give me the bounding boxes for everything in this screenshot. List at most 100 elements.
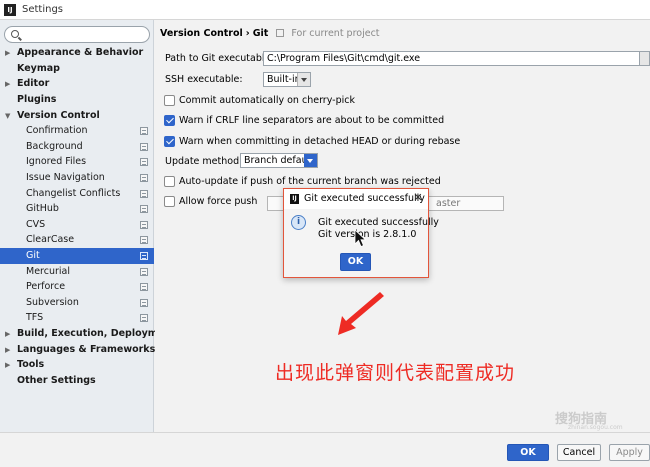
sidebar-item-clearcase[interactable]: ClearCase [0, 232, 154, 248]
sidebar-item-label: Subversion [26, 297, 79, 308]
project-scope-icon [140, 127, 148, 135]
project-scope-icon [140, 314, 148, 322]
project-scope-icon [140, 299, 148, 307]
sidebar-item-appearance-behavior[interactable]: ▶ Appearance & Behavior [0, 45, 154, 61]
sidebar-item-label: Keymap [17, 63, 60, 74]
breadcrumb: Version Control › Git For current projec… [160, 28, 380, 39]
sidebar-item-perforce[interactable]: Perforce [0, 279, 154, 295]
ssh-executable-value: Built-in [267, 74, 301, 85]
sidebar-item-label: Tools [17, 359, 45, 370]
sidebar-item-plugins[interactable]: Plugins [0, 92, 154, 108]
sidebar-item-label: ClearCase [26, 234, 75, 245]
ssh-executable-dropdown[interactable]: Built-in [263, 72, 311, 87]
dialog-button-bar: OK Cancel Apply [0, 432, 650, 467]
sidebar-item-confirmation[interactable]: Confirmation [0, 123, 154, 139]
project-scope-icon [140, 158, 148, 166]
sidebar-item-keymap[interactable]: Keymap [0, 61, 154, 77]
project-scope-icon [140, 174, 148, 182]
annotation-text: 出现此弹窗则代表配置成功 [275, 362, 516, 384]
sidebar-item-label: Confirmation [26, 125, 88, 136]
project-scope-icon [140, 252, 148, 260]
sidebar-item-label: Plugins [17, 94, 57, 105]
ok-button[interactable]: OK [507, 444, 549, 461]
commit-cherry-pick-checkbox[interactable] [164, 95, 175, 106]
settings-sidebar: ▶ Appearance & Behavior Keymap ▶ Editor … [0, 20, 175, 432]
project-scope-icon [276, 29, 285, 37]
sidebar-item-build-execution-deployment[interactable]: ▶ Build, Execution, Deployment [0, 326, 175, 342]
title-bar: IJ Settings [0, 0, 650, 20]
mouse-cursor-icon [354, 229, 367, 248]
warn-crlf-checkbox[interactable] [164, 115, 175, 126]
sidebar-item-label: Ignored Files [26, 156, 87, 167]
allow-force-push-checkbox[interactable] [164, 196, 175, 207]
expand-arrow-icon[interactable]: ▶ [5, 45, 13, 61]
sidebar-item-label: CVS [26, 219, 46, 230]
git-path-field[interactable]: C:\Program Files\Git\cmd\git.exe [263, 51, 641, 66]
cancel-button[interactable]: Cancel [557, 444, 601, 461]
close-icon[interactable]: ✕ [412, 192, 424, 204]
sidebar-item-label: Issue Navigation [26, 172, 105, 183]
sidebar-item-background[interactable]: Background [0, 139, 154, 155]
breadcrumb-separator: › [245, 28, 250, 39]
auto-update-checkbox[interactable] [164, 176, 175, 187]
sidebar-item-label: Editor [17, 78, 50, 89]
auto-update-label: Auto-update if push of the current branc… [179, 176, 441, 187]
breadcrumb-section: Version Control [160, 28, 243, 39]
sidebar-item-label: Build, Execution, Deployment [17, 328, 176, 339]
sidebar-item-tfs[interactable]: TFS [0, 310, 154, 326]
info-icon: i [291, 215, 306, 230]
project-scope-icon [140, 143, 148, 151]
sidebar-item-label: Appearance & Behavior [17, 47, 144, 58]
dialog-message-line1: Git executed successfully [318, 217, 439, 228]
sidebar-item-version-control[interactable]: ▼ Version Control [0, 108, 154, 124]
sidebar-item-label: Perforce [26, 281, 66, 292]
git-path-label: Path to Git executable: [165, 53, 274, 64]
sidebar-item-label: GitHub [26, 203, 59, 214]
sidebar-item-label: Version Control [17, 110, 100, 121]
warn-detached-head-label: Warn when committing in detached HEAD or… [179, 136, 461, 147]
breadcrumb-page: Git [252, 28, 269, 39]
annotation-arrow-icon [338, 292, 384, 335]
update-method-dropdown[interactable]: Branch default [240, 153, 318, 168]
intellij-app-icon: IJ [290, 194, 299, 204]
window-title: Settings [22, 4, 64, 15]
settings-search-input[interactable] [4, 26, 150, 43]
allow-force-push-label: Allow force push [179, 196, 258, 207]
sidebar-item-tools[interactable]: ▶ Tools [0, 357, 154, 373]
project-scope-icon [140, 190, 148, 198]
sidebar-item-label: Git [26, 250, 40, 261]
sidebar-item-languages-frameworks[interactable]: ▶ Languages & Frameworks [0, 342, 156, 358]
dialog-ok-button[interactable]: OK [340, 253, 371, 271]
sidebar-item-label: Languages & Frameworks [17, 344, 156, 355]
expand-arrow-icon[interactable]: ▶ [5, 342, 13, 358]
sidebar-item-ignored-files[interactable]: Ignored Files [0, 154, 154, 170]
sidebar-item-mercurial[interactable]: Mercurial [0, 264, 154, 280]
project-scope-icon [140, 236, 148, 244]
expand-arrow-icon[interactable]: ▶ [5, 76, 13, 92]
sidebar-item-subversion[interactable]: Subversion [0, 295, 154, 311]
warn-detached-head-checkbox[interactable] [164, 136, 175, 147]
sidebar-item-github[interactable]: GitHub [0, 201, 154, 217]
sidebar-item-label: Changelist Conflicts [26, 188, 121, 199]
sidebar-item-issue-navigation[interactable]: Issue Navigation [0, 170, 154, 186]
sidebar-item-other-settings[interactable]: Other Settings [0, 373, 154, 389]
sidebar-item-git[interactable]: Git [0, 248, 154, 264]
expand-arrow-icon[interactable]: ▶ [5, 357, 13, 373]
browse-button[interactable] [639, 51, 650, 66]
sidebar-item-cvs[interactable]: CVS [0, 217, 154, 233]
ssh-executable-label: SSH executable: [165, 74, 243, 85]
expand-arrow-icon[interactable]: ▶ [5, 326, 13, 342]
project-scope-icon [140, 268, 148, 276]
sidebar-item-editor[interactable]: ▶ Editor [0, 76, 154, 92]
collapse-arrow-icon[interactable]: ▼ [5, 108, 13, 124]
breadcrumb-scope: For current project [291, 28, 380, 39]
sidebar-item-changelist-conflicts[interactable]: Changelist Conflicts [0, 186, 154, 202]
commit-cherry-pick-label: Commit automatically on cherry-pick [179, 95, 355, 106]
project-scope-icon [140, 205, 148, 213]
apply-button[interactable]: Apply [609, 444, 650, 461]
chevron-down-icon [297, 73, 310, 86]
sidebar-item-label: Other Settings [17, 375, 96, 386]
chevron-down-icon [304, 154, 317, 167]
sidebar-item-label: Mercurial [26, 266, 70, 277]
warn-crlf-label: Warn if CRLF line separators are about t… [179, 115, 445, 126]
